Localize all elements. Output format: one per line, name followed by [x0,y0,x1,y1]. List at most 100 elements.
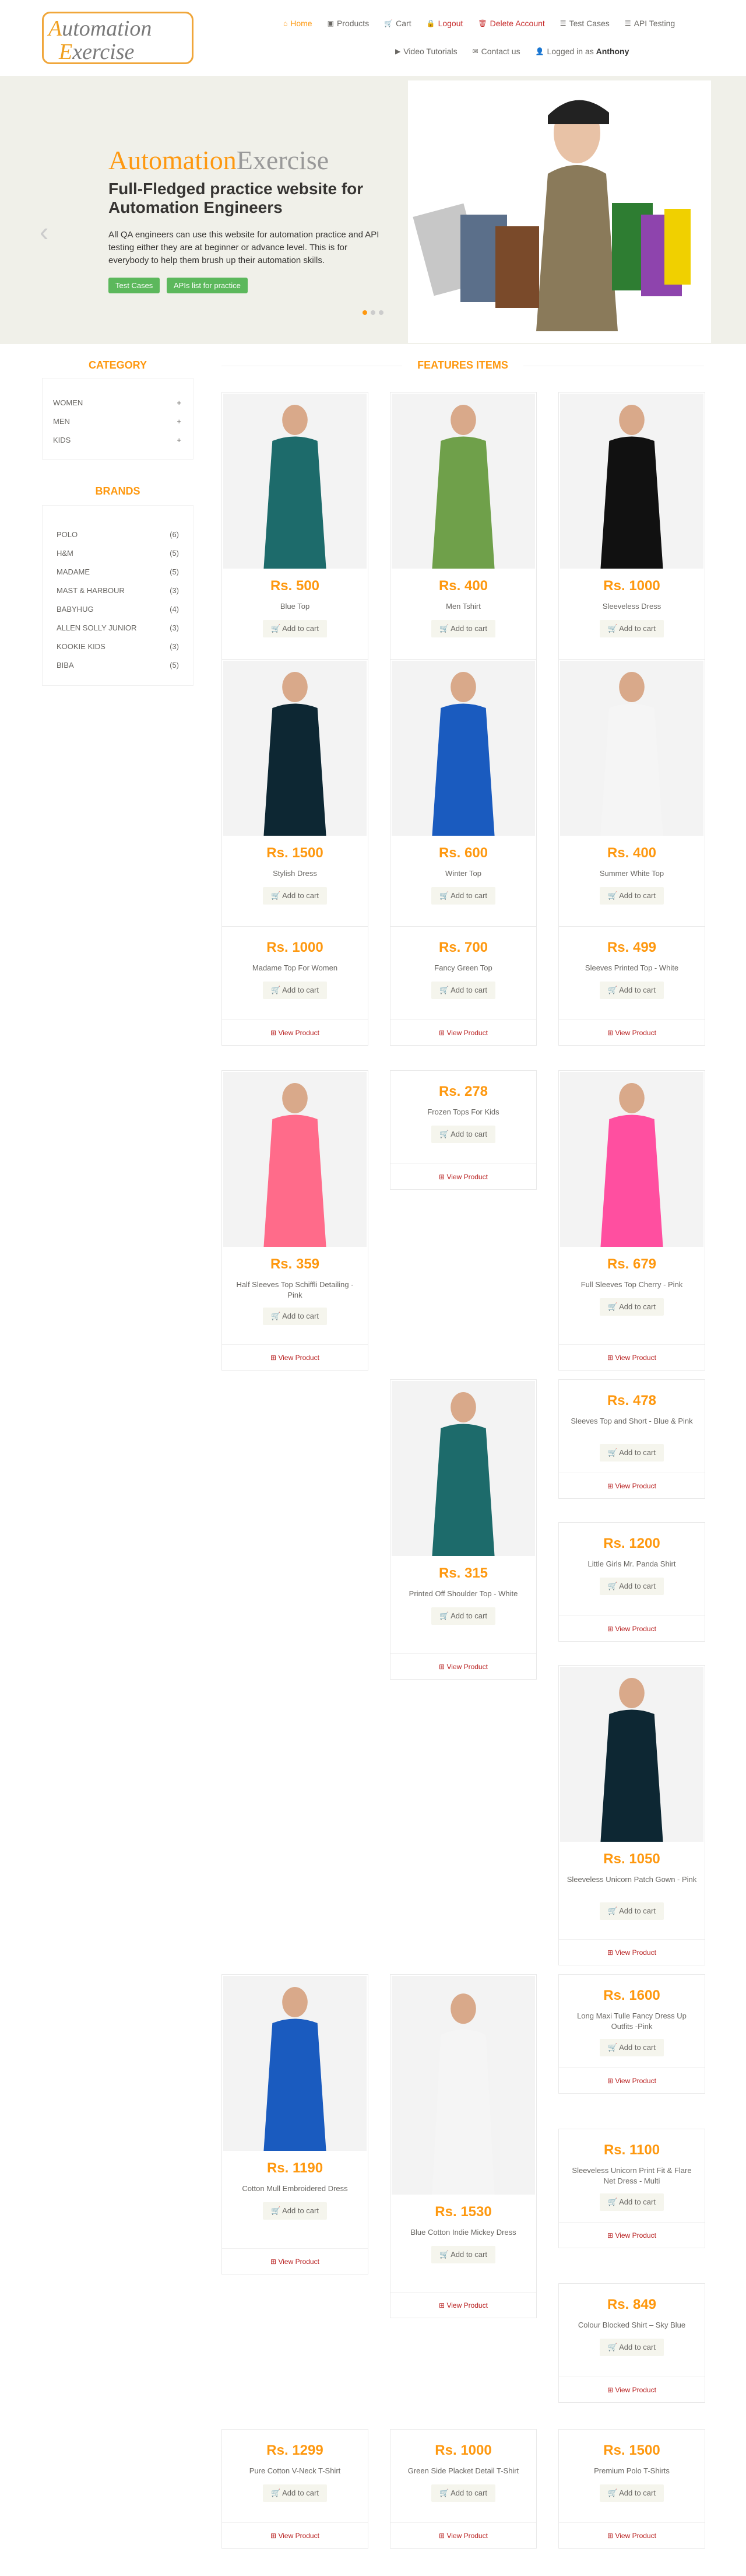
slider-dot[interactable] [371,310,375,315]
brand-polo[interactable]: POLO (6) [57,530,179,539]
nav-home[interactable]: ⌂ Home [283,17,312,29]
add-to-cart-button[interactable]: 🛒 Add to cart [600,982,664,999]
brand-allen-solly-junior[interactable]: ALLEN SOLLY JUNIOR (3) [57,623,179,632]
cart-icon: 🛒 [608,1582,618,1590]
add-to-cart-button[interactable]: 🛒 Add to cart [263,1308,327,1325]
category-kids[interactable]: KIDS + [53,436,181,444]
nav-video-tutorials[interactable]: ▶ Video Tutorials [395,45,458,57]
view-product-link[interactable]: ⊞ View Product [559,1939,705,1965]
product-price: Rs. 700 [438,940,488,955]
hero-text: All QA engineers can use this website fo… [108,230,379,265]
plus-square-icon: ⊞ [607,2386,614,2394]
add-to-cart-button[interactable]: 🛒 Add to cart [431,982,495,999]
view-product-link[interactable]: ⊞ View Product [222,1019,368,1045]
add-to-cart-button[interactable]: 🛒 Add to cart [431,1126,495,1143]
product-price: Rs. 359 [270,1256,320,1272]
view-product-link[interactable]: ⊞ View Product [222,2522,368,2548]
view-product-link[interactable]: ⊞ View Product [559,1019,705,1045]
category-women[interactable]: WOMEN + [53,398,181,407]
test-cases-button[interactable]: Test Cases [108,278,160,293]
add-to-cart-button[interactable]: 🛒 Add to cart [600,2484,664,2502]
nav-cart[interactable]: 🛒 Cart [384,17,411,29]
plus-square-icon: ⊞ [270,2532,277,2540]
add-to-cart-label: Add to cart [619,2198,656,2206]
product-card: Rs. 400Summer White Top🛒 Add to cart⊞ Vi… [558,659,705,959]
view-product-link[interactable]: ⊞ View Product [559,2377,705,2402]
brand-mast-harbour[interactable]: MAST & HARBOUR (3) [57,586,179,595]
slider-dot-active[interactable] [363,310,367,315]
nav-contact-us[interactable]: ✉ Contact us [473,45,520,57]
nav-products[interactable]: ▣ Products [328,17,370,29]
brand-madame[interactable]: MADAME (5) [57,567,179,576]
view-product-link[interactable]: ⊞ View Product [390,1163,536,1189]
product-name: Cotton Mull Embroidered Dress [242,2184,348,2193]
add-to-cart-button[interactable]: 🛒 Add to cart [600,1902,664,1920]
list-icon: ☰ [624,19,631,27]
view-product-link[interactable]: ⊞ View Product [390,1653,536,1679]
view-product-link[interactable]: ⊞ View Product [390,2522,536,2548]
add-to-cart-label: Add to cart [619,1302,656,1311]
cart-icon: 🛒 [608,891,618,900]
brands-panel: POLO (6) H&M (5) MADAME (5) MAST & HARBOUR(… [42,505,193,686]
add-to-cart-button[interactable]: 🛒 Add to cart [263,620,327,637]
category-men[interactable]: MEN + [53,417,181,426]
site-logo[interactable]: Automation Exercise [42,12,193,64]
add-to-cart-button[interactable]: 🛒 Add to cart [600,1578,664,1595]
nav-delete-account[interactable]: 🗑 Delete Account [478,17,544,29]
add-to-cart-button[interactable]: 🛒 Add to cart [431,887,495,905]
slider-prev-icon[interactable]: ‹ [40,216,48,247]
product-image [223,1976,367,2151]
view-product-link[interactable]: ⊞ View Product [222,2248,368,2274]
slider-dot[interactable] [379,310,383,315]
add-to-cart-button[interactable]: 🛒 Add to cart [263,2484,327,2502]
nav-test-cases[interactable]: ☰ Test Cases [560,17,610,29]
view-product-link[interactable]: ⊞ View Product [559,1473,705,1498]
view-product-link[interactable]: ⊞ View Product [559,1344,705,1370]
nav-logout[interactable]: 🔒 Logout [427,17,463,29]
brand-biba[interactable]: BIBA (5) [57,661,179,670]
plus-square-icon: ⊞ [439,1029,445,1037]
add-to-cart-button[interactable]: 🛒 Add to cart [263,887,327,905]
add-to-cart-button[interactable]: 🛒 Add to cart [263,2202,327,2220]
add-to-cart-button[interactable]: 🛒 Add to cart [600,2193,664,2211]
add-to-cart-button[interactable]: 🛒 Add to cart [600,887,664,905]
product-price: Rs. 1190 [266,2160,323,2176]
product-name: Printed Off Shoulder Top - White [409,1589,518,1598]
cart-icon: 🛒 [271,1312,281,1320]
cart-icon: 🛒 [271,891,281,900]
product-price: Rs. 849 [607,2297,657,2312]
view-product-link[interactable]: ⊞ View Product [222,1344,368,1370]
view-product-link[interactable]: ⊞ View Product [559,2522,705,2548]
product-price: Rs. 600 [438,845,488,861]
add-to-cart-button[interactable]: 🛒 Add to cart [600,620,664,637]
view-product-link[interactable]: ⊞ View Product [559,2222,705,2248]
product-price: Rs. 315 [438,1565,488,1581]
add-to-cart-button[interactable]: 🛒 Add to cart [431,1607,495,1625]
add-to-cart-button[interactable]: 🛒 Add to cart [431,2484,495,2502]
brand-hm[interactable]: H&M (5) [57,549,179,558]
products-icon: ▣ [327,19,334,27]
trash-icon: 🗑 [478,19,487,27]
logged-in-as: 👤 Logged in as Anthony [535,47,629,56]
add-to-cart-button[interactable]: 🛒 Add to cart [600,2039,664,2056]
add-to-cart-button[interactable]: 🛒 Add to cart [600,1298,664,1316]
view-product-link[interactable]: ⊞ View Product [390,1019,536,1045]
product-name: Full Sleeves Top Cherry - Pink [580,1280,683,1289]
add-to-cart-button[interactable]: 🛒 Add to cart [600,1444,664,1462]
add-to-cart-label: Add to cart [282,2489,319,2497]
view-product-label: View Product [615,2386,656,2394]
product-image [560,1072,703,1247]
add-to-cart-button[interactable]: 🛒 Add to cart [431,620,495,637]
view-product-link[interactable]: ⊞ View Product [559,1615,705,1641]
nav-api-testing[interactable]: ☰ API Testing [625,17,675,29]
add-to-cart-button[interactable]: 🛒 Add to cart [431,2246,495,2263]
view-product-label: View Product [446,2532,488,2540]
apis-list-button[interactable]: APIs list for practice [167,278,248,293]
add-to-cart-button[interactable]: 🛒 Add to cart [600,2339,664,2356]
view-product-link[interactable]: ⊞ View Product [559,2067,705,2093]
add-to-cart-button[interactable]: 🛒 Add to cart [263,982,327,999]
brand-kookie-kids[interactable]: KOOKIE KIDS (3) [57,642,179,651]
brand-babyhug[interactable]: BABYHUG (4) [57,605,179,614]
view-product-link[interactable]: ⊞ View Product [390,2292,536,2318]
add-to-cart-label: Add to cart [619,891,656,900]
